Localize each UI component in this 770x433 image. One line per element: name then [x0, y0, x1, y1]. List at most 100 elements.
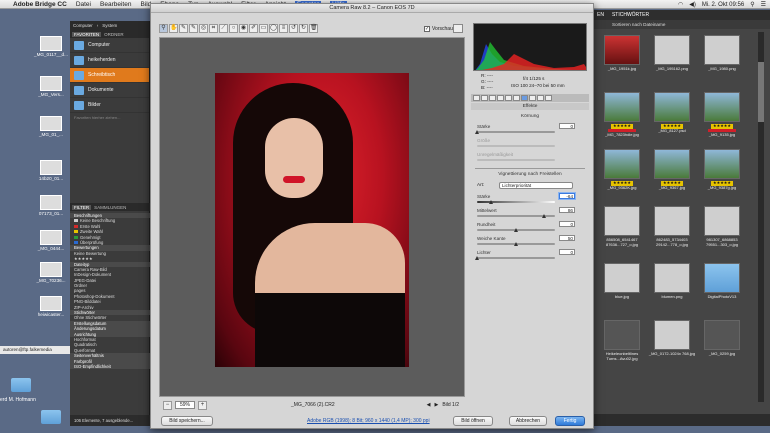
- slider-knob[interactable]: [514, 228, 518, 232]
- vignette-midpoint-slider[interactable]: Mittelwert 86: [477, 207, 585, 219]
- save-image-button[interactable]: Bild speichern...: [161, 416, 213, 426]
- favorite-computer[interactable]: Computer: [70, 38, 149, 53]
- list-icon[interactable]: ☰: [761, 1, 766, 8]
- desktop-folder[interactable]: [34, 410, 68, 425]
- vignette-highlights-slider[interactable]: Lichter 0: [475, 249, 585, 261]
- zoom-tool-icon[interactable]: ⚲: [159, 24, 168, 33]
- zoom-level[interactable]: 59%: [175, 401, 196, 409]
- vignette-feather-field[interactable]: 50: [559, 235, 575, 241]
- thumbnail-item[interactable]: ★★★★★ _MG_7823hdle.jpg: [598, 89, 646, 144]
- grain-amount-field[interactable]: 0: [559, 123, 575, 129]
- menu-datei[interactable]: Datei: [76, 1, 91, 8]
- clock[interactable]: Mi. 2. Okt 09:56: [702, 2, 744, 8]
- thumbnail-item[interactable]: DigitalPhotoV13: [698, 260, 746, 315]
- radial-filter-icon[interactable]: ◯: [269, 24, 278, 33]
- hsl-icon[interactable]: [497, 95, 504, 101]
- app-menu[interactable]: Adobe Bridge CC: [13, 1, 67, 8]
- split-toning-icon[interactable]: [505, 95, 512, 101]
- tab-favoriten[interactable]: FAVORITEN: [72, 31, 102, 37]
- breadcrumb-system[interactable]: System: [102, 21, 117, 30]
- thumbnail-item[interactable]: blumen.png: [648, 260, 696, 315]
- slider-knob[interactable]: [475, 130, 479, 134]
- vignette-feather-slider[interactable]: Weiche Kante 50: [477, 235, 585, 247]
- vignette-midpoint-field[interactable]: 86: [559, 207, 575, 213]
- thumbnail-item[interactable]: _MG_1951k.jpg: [598, 32, 646, 87]
- tab-sammlungen[interactable]: SAMMLUNGEN: [94, 205, 126, 210]
- zoom-in-icon[interactable]: +: [198, 400, 208, 410]
- breadcrumb-computer[interactable]: Computer: [73, 21, 93, 30]
- desktop-file[interactable]: _MG_0444...: [34, 230, 68, 251]
- filter-group-header[interactable]: ISO-Empfindlichkeit: [70, 363, 150, 370]
- tab-ordner[interactable]: ORDNER: [104, 32, 124, 37]
- fullscreen-button[interactable]: [453, 24, 463, 33]
- thumbnail-item[interactable]: _MG_195162.png: [648, 32, 696, 87]
- slider-knob[interactable]: [475, 256, 479, 260]
- vignette-roundness-field[interactable]: 0: [559, 221, 575, 227]
- finder-path-bar[interactable]: autoren@ftp.falkemedia: [0, 346, 70, 354]
- slider-knob[interactable]: [489, 200, 494, 204]
- desktop-file[interactable]: _MG_Vers...: [34, 76, 68, 97]
- spot-removal-icon[interactable]: ○: [229, 24, 238, 33]
- thumbnail-item[interactable]: _MG_0172-1024x 768.jpg: [648, 317, 696, 372]
- vignette-amount-slider[interactable]: Stärke -64: [477, 193, 585, 205]
- trash-icon[interactable]: 🗑: [309, 24, 318, 33]
- thumbnail-item[interactable]: ★★★★★ _MG_9387g.jpg: [698, 146, 746, 201]
- thumbnail-item[interactable]: ★★★★★ _MG_9135.jpg: [698, 89, 746, 144]
- preview-checkbox[interactable]: ✓ Vorschau: [424, 26, 453, 32]
- open-image-button[interactable]: Bild öffnen: [453, 416, 493, 426]
- straighten-tool-icon[interactable]: ⟋: [219, 24, 228, 33]
- thumbnail-item[interactable]: 856508_6541467 87636...727_o.jpg: [598, 203, 646, 258]
- red-eye-icon[interactable]: ◉: [239, 24, 248, 33]
- vignette-highlights-field[interactable]: 0: [559, 249, 575, 255]
- rotate-left-icon[interactable]: ↺: [289, 24, 298, 33]
- vignette-style-select[interactable]: Lichterpriorität: [499, 182, 573, 189]
- sort-dropdown[interactable]: Sortieren nach Dateiname: [594, 20, 770, 29]
- color-sampler-icon[interactable]: ✎: [189, 24, 198, 33]
- favorite-bilder[interactable]: Bilder: [70, 98, 149, 113]
- graduated-filter-icon[interactable]: ▭: [259, 24, 268, 33]
- targeted-adjust-icon[interactable]: ◎: [199, 24, 208, 33]
- slider-knob[interactable]: [514, 242, 518, 246]
- favorite-heikeherden[interactable]: heikeherden: [70, 53, 149, 68]
- next-image-icon[interactable]: ▶: [434, 402, 438, 408]
- tab-stichwoerter[interactable]: STICHWÖRTER: [612, 10, 649, 20]
- thumbnail-item[interactable]: 862483_5734403 29142...778_o.jpg: [648, 203, 696, 258]
- wifi-icon[interactable]: ◠: [678, 1, 683, 8]
- volume-icon[interactable]: ◀): [689, 1, 696, 8]
- done-button[interactable]: Fertig: [555, 416, 585, 426]
- slider-knob[interactable]: [542, 214, 547, 218]
- cancel-button[interactable]: Abbrechen: [509, 416, 547, 426]
- prev-image-icon[interactable]: ◀: [427, 402, 431, 408]
- workflow-options-link[interactable]: Adobe RGB (1998); 8 Bit; 960 x 1440 (1,4…: [307, 418, 430, 424]
- desktop-file[interactable]: 14b20_01...: [34, 160, 68, 181]
- desktop-file[interactable]: _MG_0117__d...: [34, 36, 68, 57]
- snapshots-icon[interactable]: [545, 95, 552, 101]
- tab-content[interactable]: EN: [597, 10, 604, 20]
- basic-panel-icon[interactable]: [473, 95, 480, 101]
- thumbnail-item[interactable]: Heikeleonbeltlines Turns...Avu02.jpg: [598, 317, 646, 372]
- vignette-amount-field[interactable]: -64: [559, 193, 575, 199]
- effects-icon[interactable]: [521, 95, 528, 101]
- search-icon[interactable]: ⚲: [750, 1, 754, 8]
- content-scrollbar[interactable]: [758, 32, 764, 402]
- hand-tool-icon[interactable]: ✋: [169, 24, 178, 33]
- tab-filter[interactable]: FILTER: [72, 204, 92, 210]
- desktop-file[interactable]: 07173_01...: [34, 195, 68, 216]
- detail-icon[interactable]: [489, 95, 496, 101]
- zoom-out-icon[interactable]: −: [163, 400, 172, 410]
- rotate-right-icon[interactable]: ↻: [299, 24, 308, 33]
- preferences-icon[interactable]: ≡: [279, 24, 288, 33]
- camera-calibration-icon[interactable]: [529, 95, 536, 101]
- image-canvas[interactable]: [159, 37, 465, 397]
- thumbnail-item[interactable]: ★★★★★ _MG_9367.jpg: [648, 146, 696, 201]
- thumbnail-item[interactable]: blue.jpg: [598, 260, 646, 315]
- white-balance-tool-icon[interactable]: ✎: [179, 24, 188, 33]
- thumbnail-item[interactable]: _MG_0259.jpg: [698, 317, 746, 372]
- desktop-file[interactable]: _MG_70236...: [34, 262, 68, 283]
- thumbnail-item[interactable]: ★★★★★ _MG_9362K.jpg: [598, 146, 646, 201]
- lens-icon[interactable]: [513, 95, 520, 101]
- thumbnail-item[interactable]: ★★★★★ _MG_8127.psd: [648, 89, 696, 144]
- desktop-folder[interactable]: [4, 378, 38, 393]
- grain-amount-slider[interactable]: Stärke 0: [475, 123, 585, 135]
- presets-icon[interactable]: [537, 95, 544, 101]
